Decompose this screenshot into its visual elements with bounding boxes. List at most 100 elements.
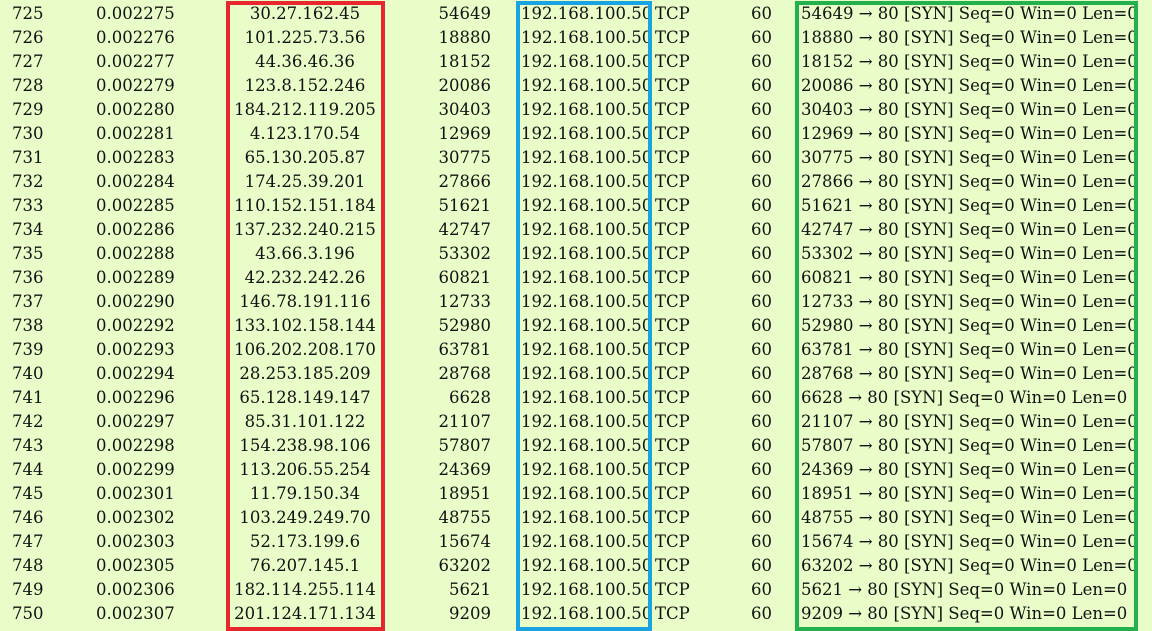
packet-length: 60 xyxy=(751,100,772,119)
packet-length: 60 xyxy=(751,52,772,71)
packet-number: 743 xyxy=(12,436,44,455)
packet-number: 745 xyxy=(12,484,44,503)
protocol: TCP xyxy=(655,412,690,431)
source-ip-highlight-box xyxy=(226,1,385,631)
source-port: 54649 xyxy=(438,4,492,23)
packet-number: 726 xyxy=(12,28,44,47)
packet-number: 750 xyxy=(12,604,44,623)
packet-length: 60 xyxy=(751,556,772,575)
protocol: TCP xyxy=(655,556,690,575)
packet-length: 60 xyxy=(751,364,772,383)
packet-time: 0.002294 xyxy=(96,364,175,383)
source-port: 18152 xyxy=(438,52,492,71)
packet-time: 0.002288 xyxy=(96,244,175,263)
packet-number: 746 xyxy=(12,508,44,527)
protocol: TCP xyxy=(655,388,690,407)
protocol: TCP xyxy=(655,196,690,215)
packet-number: 738 xyxy=(12,316,44,335)
packet-time: 0.002277 xyxy=(96,52,175,71)
packet-length: 60 xyxy=(751,484,772,503)
source-port: 12969 xyxy=(438,124,492,143)
source-port: 24369 xyxy=(438,460,492,479)
protocol: TCP xyxy=(655,268,690,287)
source-port: 15674 xyxy=(438,532,492,551)
source-port: 63781 xyxy=(438,340,492,359)
protocol: TCP xyxy=(655,100,690,119)
packet-time: 0.002296 xyxy=(96,388,175,407)
source-port: 60821 xyxy=(438,268,492,287)
protocol: TCP xyxy=(655,460,690,479)
protocol: TCP xyxy=(655,4,690,23)
packet-time: 0.002279 xyxy=(96,76,175,95)
packet-number: 741 xyxy=(12,388,44,407)
packet-length: 60 xyxy=(751,580,772,599)
packet-time: 0.002307 xyxy=(96,604,175,623)
packet-time: 0.002306 xyxy=(96,580,175,599)
packet-length: 60 xyxy=(751,292,772,311)
packet-length: 60 xyxy=(751,244,772,263)
packet-number: 737 xyxy=(12,292,44,311)
source-port: 57807 xyxy=(438,436,492,455)
protocol: TCP xyxy=(655,124,690,143)
protocol: TCP xyxy=(655,604,690,623)
source-port: 18880 xyxy=(438,28,492,47)
protocol: TCP xyxy=(655,148,690,167)
packet-number: 732 xyxy=(12,172,44,191)
packet-time: 0.002286 xyxy=(96,220,175,239)
packet-time: 0.002289 xyxy=(96,268,175,287)
packet-length: 60 xyxy=(751,28,772,47)
packet-time: 0.002281 xyxy=(96,124,175,143)
packet-number: 740 xyxy=(12,364,44,383)
packet-length: 60 xyxy=(751,604,772,623)
destination-ip-highlight-box xyxy=(516,1,652,631)
packet-length: 60 xyxy=(751,76,772,95)
packet-number: 734 xyxy=(12,220,44,239)
protocol: TCP xyxy=(655,244,690,263)
packet-length: 60 xyxy=(751,268,772,287)
packet-length: 60 xyxy=(751,412,772,431)
source-port: 27866 xyxy=(438,172,492,191)
protocol: TCP xyxy=(655,220,690,239)
packet-number: 733 xyxy=(12,196,44,215)
packet-number: 731 xyxy=(12,148,44,167)
source-port: 21107 xyxy=(438,412,492,431)
packet-length: 60 xyxy=(751,388,772,407)
source-port: 5621 xyxy=(449,580,491,599)
source-port: 9209 xyxy=(449,604,491,623)
source-port: 63202 xyxy=(438,556,492,575)
packet-time: 0.002299 xyxy=(96,460,175,479)
packet-number: 735 xyxy=(12,244,44,263)
packet-number: 727 xyxy=(12,52,44,71)
packet-time: 0.002292 xyxy=(96,316,175,335)
source-port: 30403 xyxy=(438,100,492,119)
packet-number: 725 xyxy=(12,4,44,23)
packet-length: 60 xyxy=(751,316,772,335)
protocol: TCP xyxy=(655,532,690,551)
packet-number: 749 xyxy=(12,580,44,599)
source-port: 12733 xyxy=(438,292,492,311)
protocol: TCP xyxy=(655,340,690,359)
packet-length: 60 xyxy=(751,532,772,551)
packet-number: 748 xyxy=(12,556,44,575)
protocol: TCP xyxy=(655,484,690,503)
source-port: 53302 xyxy=(438,244,492,263)
packet-time: 0.002280 xyxy=(96,100,175,119)
protocol: TCP xyxy=(655,28,690,47)
source-port: 52980 xyxy=(438,316,492,335)
packet-time: 0.002302 xyxy=(96,508,175,527)
packet-number: 744 xyxy=(12,460,44,479)
packet-time: 0.002297 xyxy=(96,412,175,431)
packet-number: 747 xyxy=(12,532,44,551)
packet-time: 0.002293 xyxy=(96,340,175,359)
packet-number: 729 xyxy=(12,100,44,119)
packet-time: 0.002305 xyxy=(96,556,175,575)
packet-time: 0.002284 xyxy=(96,172,175,191)
source-port: 51621 xyxy=(438,196,492,215)
protocol: TCP xyxy=(655,508,690,527)
packet-time: 0.002290 xyxy=(96,292,175,311)
packet-time: 0.002283 xyxy=(96,148,175,167)
packet-number: 742 xyxy=(12,412,44,431)
packet-time: 0.002303 xyxy=(96,532,175,551)
source-port: 18951 xyxy=(438,484,492,503)
packet-length: 60 xyxy=(751,220,772,239)
